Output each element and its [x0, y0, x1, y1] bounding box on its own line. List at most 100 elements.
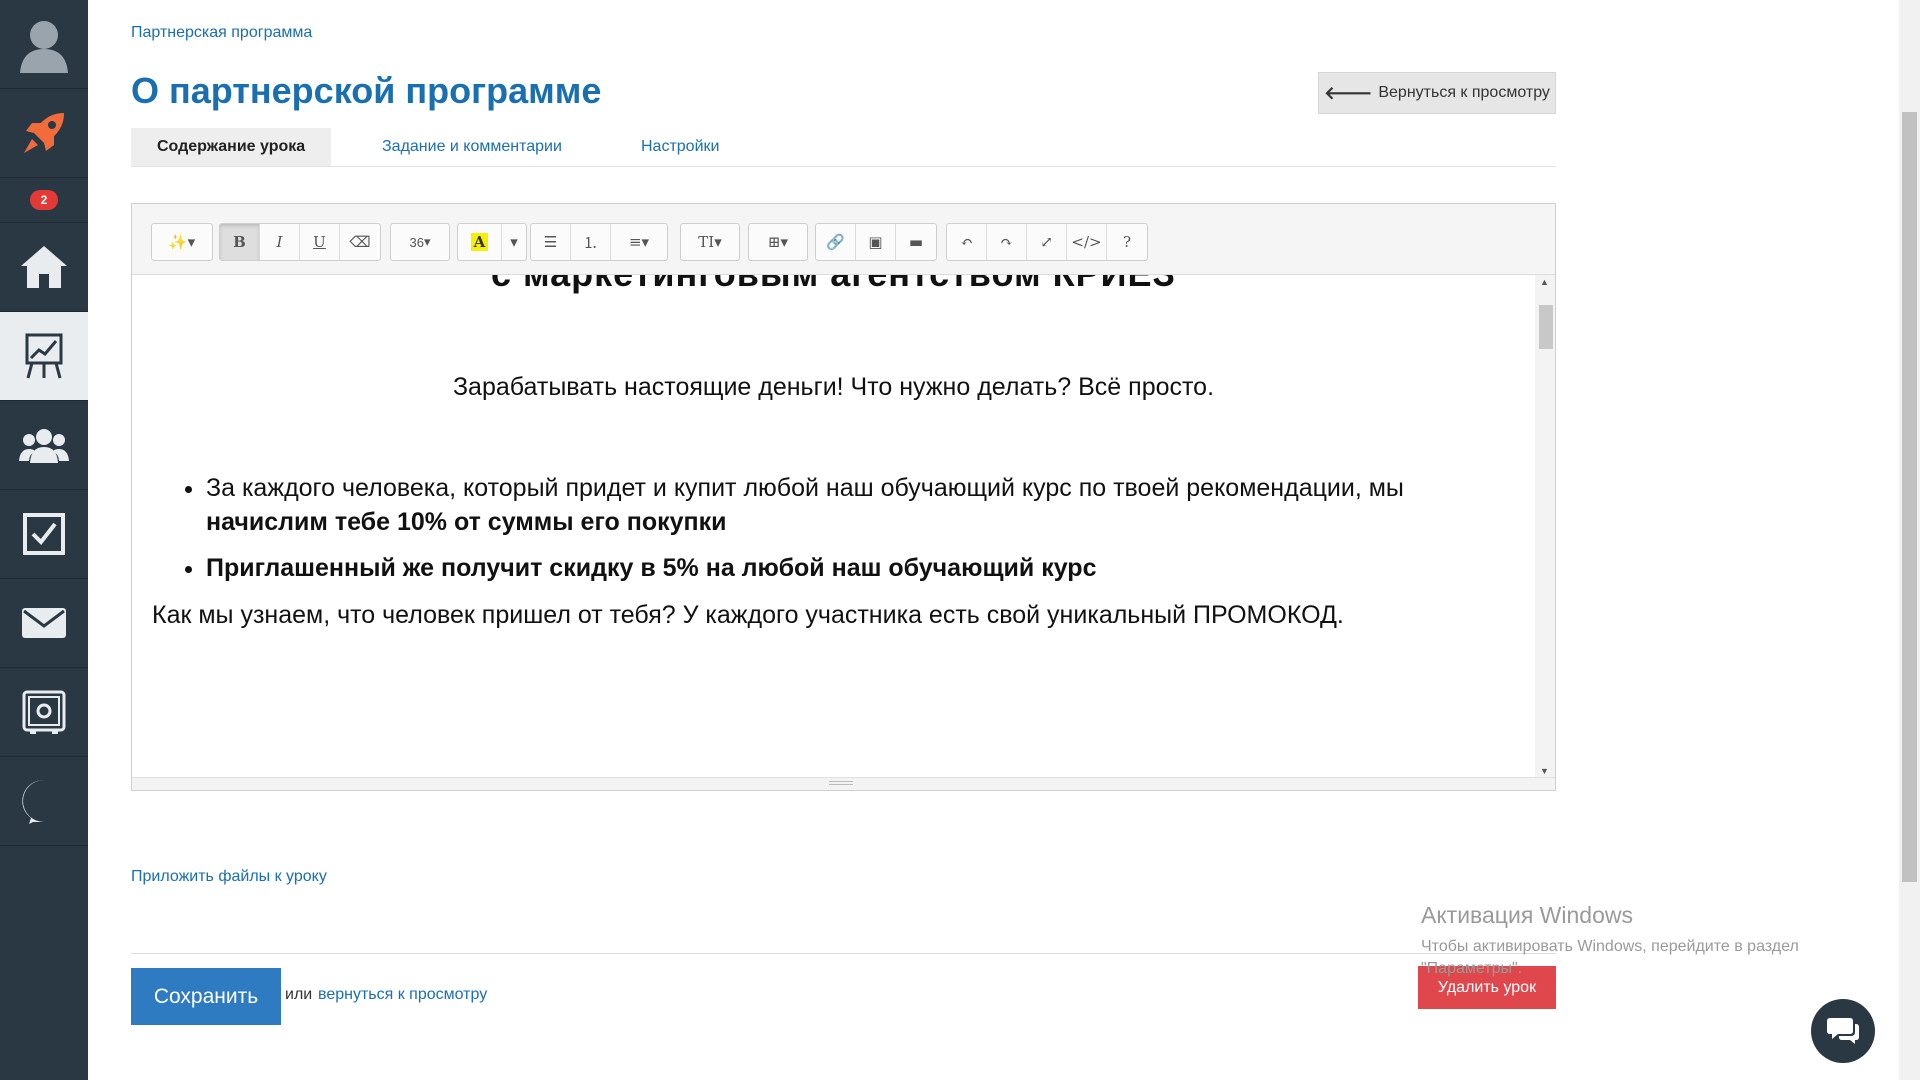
sidebar: 2 [0, 0, 88, 1080]
bold-button[interactable]: B [220, 224, 260, 260]
chevron-down-icon: ▾ [423, 234, 431, 249]
tab-settings[interactable]: Настройки [615, 128, 745, 166]
link-icon: 🔗 [826, 233, 845, 251]
editor-toolbar: ✨▾ B I U ⌫ 36 ▾ A ▾ ☰ ⒈ ≡▾ TI▾ ⊞▾ 🔗 ▣ ▬ … [132, 204, 1555, 275]
highlight-icon: A [470, 233, 489, 251]
toolbar-group-format: B I U ⌫ [219, 223, 381, 261]
sidebar-item-settings[interactable] [0, 668, 88, 757]
table-button[interactable]: ⊞▾ [749, 224, 807, 260]
scroll-up-arrow-icon[interactable]: ▲ [1540, 277, 1549, 287]
redo-icon: ↷ [1000, 233, 1013, 251]
editor-content-area[interactable]: с маркетинговым агентством КРИЕЗ Зарабат… [132, 275, 1535, 780]
page-scrollbar[interactable] [1899, 0, 1920, 1080]
home-icon [21, 246, 67, 288]
highlight-color-button[interactable]: A [458, 224, 502, 260]
chart-board-icon [25, 333, 63, 379]
color-dropdown-button[interactable]: ▾ [502, 224, 526, 260]
chat-icon [1827, 1018, 1859, 1044]
bold-icon: B [233, 233, 246, 251]
image-icon: ▣ [868, 233, 883, 251]
tab-lesson-content[interactable]: Содержание урока [131, 128, 332, 166]
toolbar-group-fontsize: 36 ▾ [390, 223, 450, 261]
user-avatar-icon [20, 21, 68, 73]
sidebar-item-mail[interactable] [0, 579, 88, 668]
save-button[interactable]: Сохранить [131, 968, 281, 1025]
toolbar-group-color: A ▾ [457, 223, 527, 261]
back-to-view-button[interactable]: 🡐 Вернуться к просмотру [1318, 72, 1556, 114]
clear-format-button[interactable]: ⌫ [340, 224, 380, 260]
sidebar-notification-badge[interactable]: 2 [0, 178, 88, 223]
page-title: О партнерской программе [131, 70, 602, 111]
sidebar-item-training[interactable] [0, 312, 88, 401]
toolbar-group-lists: ☰ ⒈ ≡▾ [530, 223, 668, 261]
editor-resize-handle[interactable] [132, 777, 1555, 790]
font-size-dropdown[interactable]: 36 ▾ [391, 224, 449, 260]
help-button[interactable]: ? [1107, 224, 1147, 260]
content-lead-paragraph: Зарабатывать настоящие деньги! Что нужно… [452, 373, 1215, 401]
windows-activation-subtitle: Чтобы активировать Windows, перейдите в … [1421, 938, 1799, 977]
list-item: За каждого человека, который придет и ку… [206, 471, 1526, 539]
rocket-icon [24, 113, 64, 153]
sidebar-item-brand[interactable] [0, 757, 88, 846]
sidebar-item-launch[interactable] [0, 89, 88, 178]
tab-assignment-comments[interactable]: Задание и комментарии [356, 128, 588, 166]
breadcrumb[interactable]: Партнерская программа [131, 24, 312, 42]
magic-style-button[interactable]: ✨▾ [152, 224, 212, 260]
grip-lines-icon [829, 781, 853, 785]
toolbar-group-table: ⊞▾ [748, 223, 808, 261]
c-logo-icon [22, 779, 55, 824]
bullet-text: За каждого человека, который придет и ку… [206, 474, 1404, 502]
toolbar-group-paragraph: TI▾ [680, 223, 740, 261]
fullscreen-button[interactable]: ⤢ [1027, 224, 1067, 260]
code-icon: </> [1071, 233, 1102, 251]
page-scroll-thumb[interactable] [1902, 112, 1917, 882]
underline-icon: U [313, 233, 326, 251]
chevron-down-icon: ▾ [510, 233, 518, 251]
content-closing-paragraph: Как мы узнаем, что человек пришел от теб… [152, 601, 1344, 629]
link-button[interactable]: 🔗 [816, 224, 856, 260]
numbered-list-button[interactable]: ⒈ [571, 224, 611, 260]
align-dropdown-button[interactable]: ≡▾ [611, 224, 667, 260]
font-size-value: 36 [409, 234, 424, 250]
italic-button[interactable]: I [260, 224, 300, 260]
underline-button[interactable]: U [300, 224, 340, 260]
text-height-button[interactable]: TI▾ [681, 224, 739, 260]
arrow-left-icon: 🡐 [1324, 82, 1373, 104]
back-to-view-link[interactable]: вернуться к просмотру [318, 986, 487, 1004]
align-icon: ≡▾ [628, 233, 650, 251]
text-height-icon: TI▾ [698, 233, 722, 251]
sidebar-item-users[interactable] [0, 401, 88, 490]
numbered-list-icon: ⒈ [582, 233, 598, 252]
image-button[interactable]: ▣ [856, 224, 896, 260]
editor-scroll-thumb[interactable] [1539, 305, 1553, 349]
users-group-icon [19, 429, 69, 463]
table-icon: ⊞▾ [767, 233, 789, 251]
bullet-list-icon: ☰ [543, 233, 558, 251]
attach-files-link[interactable]: Приложить файлы к уроку [131, 868, 327, 886]
bullet-list-button[interactable]: ☰ [531, 224, 571, 260]
notification-count-badge: 2 [30, 190, 58, 210]
lesson-tabs: Содержание урока Задание и комментарии Н… [131, 128, 1556, 167]
italic-icon: I [276, 233, 283, 251]
video-button[interactable]: ▬ [896, 224, 936, 260]
rich-text-editor: ✨▾ B I U ⌫ 36 ▾ A ▾ ☰ ⒈ ≡▾ TI▾ ⊞▾ 🔗 ▣ ▬ … [131, 203, 1556, 791]
bullet-bold-text: начислим тебе 10% от суммы его покупки [206, 508, 727, 536]
content-bullet-list: За каждого человека, который придет и ку… [152, 471, 1526, 597]
divider [131, 953, 1556, 954]
editor-scrollbar[interactable]: ▲ ▼ [1535, 275, 1555, 780]
sidebar-item-home[interactable] [0, 223, 88, 312]
scroll-down-arrow-icon[interactable]: ▼ [1540, 766, 1549, 776]
redo-button[interactable]: ↷ [987, 224, 1027, 260]
help-icon: ? [1122, 233, 1132, 251]
windows-activation-title: Активация Windows [1421, 902, 1633, 928]
code-view-button[interactable]: </> [1067, 224, 1107, 260]
undo-button[interactable]: ↶ [947, 224, 987, 260]
sidebar-item-profile[interactable] [0, 0, 88, 89]
sidebar-item-tasks[interactable] [0, 490, 88, 579]
chat-support-button[interactable] [1811, 999, 1875, 1063]
toolbar-group-style: ✨▾ [151, 223, 213, 261]
toolbar-group-insert: 🔗 ▣ ▬ [815, 223, 937, 261]
eraser-icon: ⌫ [349, 233, 371, 251]
list-item: Приглашенный же получит скидку в 5% на л… [206, 551, 1526, 585]
mail-icon [22, 608, 66, 638]
